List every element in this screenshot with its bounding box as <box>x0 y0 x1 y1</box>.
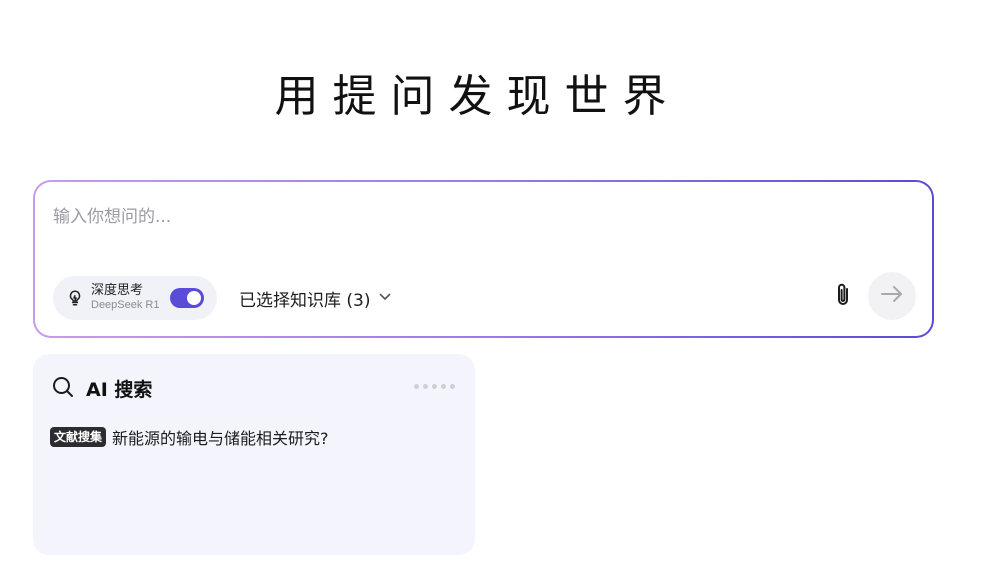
prompt-box: 深度思考 DeepSeek R1 已选择知识库 (3) <box>33 180 934 338</box>
paperclip-icon <box>833 281 853 314</box>
handle-dot <box>423 384 428 389</box>
handle-dot <box>441 384 446 389</box>
page-title: 用提问发现世界 <box>274 71 681 122</box>
handle-dot <box>414 384 419 389</box>
knowledge-base-label: 已选择知识库 (3) <box>239 290 371 311</box>
prompt-input[interactable] <box>53 204 893 230</box>
deep-think-switch[interactable] <box>170 288 204 308</box>
lightbulb-icon <box>65 288 85 308</box>
send-button[interactable] <box>868 272 916 320</box>
search-icon <box>51 375 75 399</box>
ai-search-card[interactable]: AI 搜索 文献搜集 新能源的输电与储能相关研究? <box>33 354 475 555</box>
prompt-inner: 深度思考 DeepSeek R1 已选择知识库 (3) <box>35 182 932 336</box>
arrow-right-icon <box>880 285 904 308</box>
deep-think-model: DeepSeek R1 <box>91 299 160 312</box>
chevron-down-icon <box>379 293 391 301</box>
knowledge-base-dropdown[interactable]: 已选择知识库 (3) <box>239 286 391 311</box>
switch-knob <box>187 291 201 305</box>
handle-dot <box>432 384 437 389</box>
deep-think-title: 深度思考 <box>91 283 144 299</box>
drag-handle[interactable] <box>414 384 455 389</box>
query-tag-badge: 文献搜集 <box>50 426 107 448</box>
deep-think-text: 深度思考 DeepSeek R1 <box>91 283 160 312</box>
deep-think-toggle-chip[interactable]: 深度思考 DeepSeek R1 <box>53 276 217 320</box>
suggested-query[interactable]: 文献搜集 新能源的输电与储能相关研究? <box>50 425 329 449</box>
query-text: 新能源的输电与储能相关研究? <box>112 429 329 448</box>
handle-dot <box>450 384 455 389</box>
card-title: AI 搜索 <box>86 379 153 401</box>
attach-button[interactable] <box>831 281 855 313</box>
